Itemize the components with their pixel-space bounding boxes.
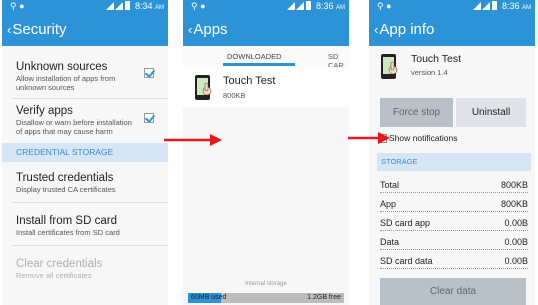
signal-icon: [106, 2, 115, 10]
clock: 8:36 AM: [501, 1, 531, 11]
tab-bar: DOWNLOADED SD CAR: [183, 46, 349, 70]
setting-trusted-credentials[interactable]: Trusted credentials Display trusted CA c…: [2, 162, 168, 194]
verify-apps-checkbox[interactable]: [144, 113, 154, 123]
status-bar: ⚲ ● 8:36 AM: [183, 0, 349, 13]
tab-downloaded[interactable]: DOWNLOADED: [227, 52, 282, 61]
back-icon[interactable]: ‹: [7, 22, 11, 37]
red-arrow-icon: [348, 132, 390, 144]
storage-row-sd-card-app: SD card app 0.00B: [380, 216, 528, 231]
security-screen: ⚲ ● 8:34 AM ‹Security Unknown sources Al…: [2, 0, 168, 305]
unknown-sources-checkbox[interactable]: [144, 68, 154, 78]
app-header: Touch Test version 1.4: [369, 46, 535, 91]
force-stop-button[interactable]: Force stop: [380, 98, 453, 127]
signal-icon: [473, 2, 482, 10]
action-bar: ‹App info: [369, 13, 535, 46]
clear-data-button[interactable]: Clear data: [380, 278, 526, 305]
page-title: App info: [379, 21, 435, 38]
action-bar: ‹Apps: [183, 13, 349, 46]
storage-free-text: 1.2GB free: [307, 294, 341, 301]
back-icon[interactable]: ‹: [374, 22, 378, 37]
page-title: Security: [12, 21, 67, 38]
touch-test-app-icon: [195, 75, 212, 100]
app-version: version 1.4: [411, 68, 448, 77]
show-notifications-label: Show notifications: [389, 133, 458, 143]
storage-header: STORAGE: [377, 153, 531, 171]
app-name: Touch Test: [411, 53, 462, 65]
app-size: 800KB: [223, 91, 246, 100]
signal-icon: [482, 2, 491, 10]
clock: 8:34 AM: [134, 1, 164, 11]
storage-row-total: Total 800KB: [380, 178, 528, 193]
storage-row-app: App 800KB: [380, 197, 528, 212]
apps-screen: ⚲ ● 8:36 AM ‹Apps DOWNLOADED SD CAR Touc…: [183, 0, 349, 305]
status-bar: ⚲ ● 8:36 AM: [369, 0, 535, 13]
red-arrow-icon: [164, 134, 222, 146]
usb-debug-icon: ⚲ ●: [10, 1, 25, 11]
battery-icon: [125, 1, 131, 10]
credential-storage-header: CREDENTIAL STORAGE: [2, 143, 168, 162]
storage-bar: 60MB used 1.2GB free: [188, 293, 344, 303]
storage-row-data: Data 0.00B: [380, 235, 528, 250]
usb-debug-icon: ⚲ ●: [377, 1, 392, 11]
setting-clear-credentials: Clear credentials Remove all certificate…: [16, 258, 103, 280]
setting-unknown-sources[interactable]: Unknown sources Allow installation of ap…: [2, 52, 168, 92]
storage-used-text: 60MB used: [191, 294, 227, 301]
tab-indicator: [223, 63, 295, 66]
battery-icon: [492, 1, 498, 10]
storage-row-sd-card-data: SD card data 0.00B: [380, 254, 528, 269]
action-bar: ‹Security: [2, 13, 168, 46]
storage-label: Internal storage: [245, 281, 287, 287]
signal-icon: [287, 2, 296, 10]
clock: 8:36 AM: [315, 1, 345, 11]
touch-test-app-icon: [381, 54, 398, 79]
signal-icon: [115, 2, 124, 10]
list-item[interactable]: Touch Test 800KB: [183, 67, 349, 107]
setting-install-from-sd[interactable]: Install from SD card Install certificate…: [2, 203, 168, 237]
setting-verify-apps[interactable]: Verify apps Disallow or warn before inst…: [2, 99, 168, 136]
app-name: Touch Test: [223, 75, 276, 87]
usb-debug-icon: ⚲ ●: [191, 1, 206, 11]
status-bar: ⚲ ● 8:34 AM: [2, 0, 168, 13]
signal-icon: [296, 2, 305, 10]
uninstall-button[interactable]: Uninstall: [456, 98, 526, 127]
app-info-screen: ⚲ ● 8:36 AM ‹App info Touch Test version…: [369, 0, 535, 305]
battery-icon: [306, 1, 312, 10]
page-title: Apps: [193, 21, 228, 38]
back-icon[interactable]: ‹: [188, 22, 192, 37]
